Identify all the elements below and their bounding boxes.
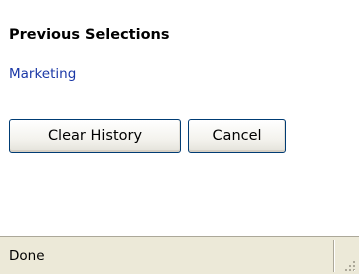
page-title: Previous Selections — [9, 27, 170, 43]
resize-grip-icon[interactable] — [343, 258, 357, 272]
status-bar: Done — [0, 236, 359, 274]
cancel-button[interactable]: Cancel — [188, 119, 286, 153]
selection-link-marketing[interactable]: Marketing — [9, 65, 76, 83]
clear-history-button[interactable]: Clear History — [9, 119, 181, 153]
status-text: Done — [9, 248, 45, 264]
status-bar-divider — [333, 240, 335, 272]
previous-selections-window: Previous Selections Marketing Clear Hist… — [0, 0, 359, 274]
